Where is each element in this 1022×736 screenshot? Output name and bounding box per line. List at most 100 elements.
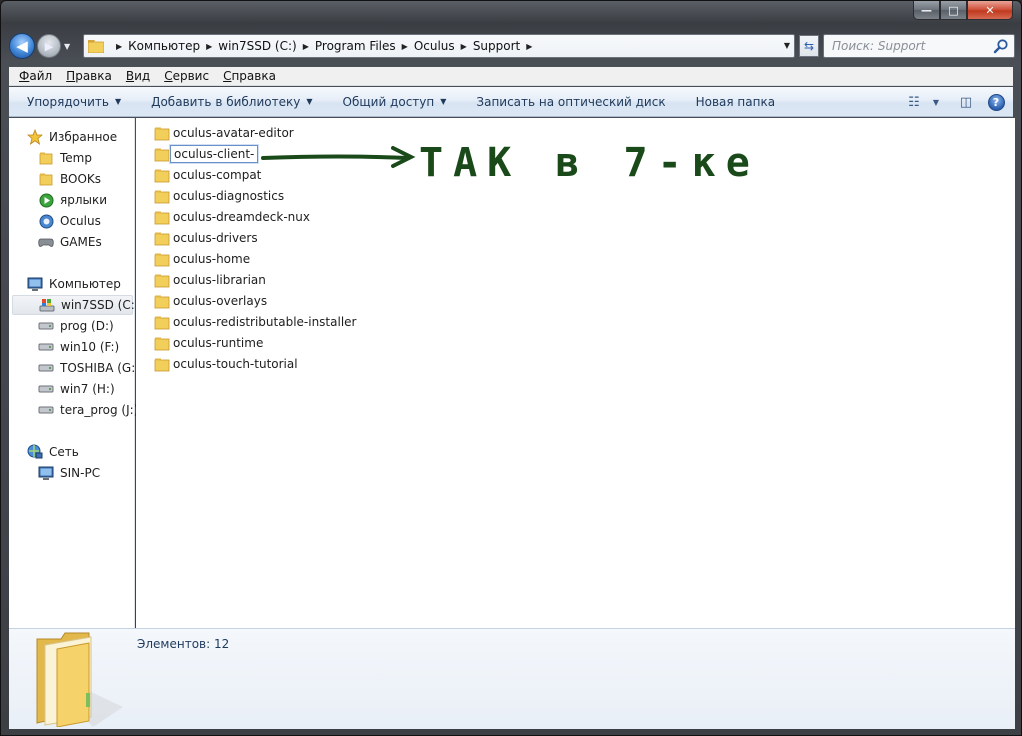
file-list[interactable]: oculus-avatar-editor oculus-client- ocul… bbox=[136, 118, 1015, 628]
burn-button[interactable]: Записать на оптический диск bbox=[476, 95, 665, 109]
folder-icon bbox=[36, 632, 123, 727]
computer-label: Компьютер bbox=[49, 277, 121, 291]
menu-tools[interactable]: Сервис bbox=[164, 69, 209, 83]
sidebar-item-shortcuts[interactable]: ярлыки bbox=[38, 190, 107, 210]
menu-help[interactable]: Справка bbox=[223, 69, 276, 83]
network-header[interactable]: Сеть bbox=[27, 442, 79, 462]
sidebar-item-drive-j[interactable]: tera_prog (J:) bbox=[38, 400, 138, 420]
organize-button[interactable]: Упорядочить ▼ bbox=[27, 95, 121, 109]
breadcrumb-oculus[interactable]: Oculus bbox=[414, 39, 455, 53]
sidebar-item-drive-g[interactable]: TOSHIBA (G:) bbox=[38, 358, 140, 378]
folder-icon bbox=[154, 253, 170, 266]
chevron-down-icon: ▼ bbox=[306, 97, 313, 106]
breadcrumb-separator-icon[interactable]: ▶ bbox=[526, 42, 532, 51]
command-bar: Упорядочить ▼ Добавить в библиотеку ▼ Общи… bbox=[9, 87, 1013, 117]
menu-file[interactable]: Файл bbox=[19, 69, 52, 83]
maximize-button[interactable]: □ bbox=[940, 1, 967, 20]
menu-view[interactable]: Вид bbox=[126, 69, 150, 83]
list-item-rename[interactable]: oculus-client- bbox=[154, 144, 259, 164]
sidebar-item-drive-h[interactable]: win7 (H:) bbox=[38, 379, 115, 399]
details-pane: Элементов: 12 bbox=[9, 628, 1015, 729]
breadcrumb-separator-icon[interactable]: ▶ bbox=[116, 42, 122, 51]
list-item[interactable]: oculus-home bbox=[154, 249, 250, 269]
list-item[interactable]: oculus-touch-tutorial bbox=[154, 354, 298, 374]
rename-input[interactable]: oculus-client- bbox=[170, 145, 259, 163]
sidebar-item-drive-d[interactable]: prog (D:) bbox=[38, 316, 114, 336]
help-button[interactable]: ? bbox=[985, 92, 1007, 112]
folder-icon bbox=[154, 127, 170, 140]
sidebar-item-label: ярлыки bbox=[60, 193, 108, 207]
breadcrumb-separator-icon[interactable]: ▶ bbox=[303, 42, 309, 51]
list-item[interactable]: oculus-compat bbox=[154, 165, 261, 185]
view-options-dropdown-icon[interactable]: ▼ bbox=[925, 92, 947, 112]
navigation-bar: ◀ ▶ ▼ ▶ Компьютер ▶ win7SSD (C:) ▶ Progr… bbox=[9, 31, 1015, 61]
list-item[interactable]: oculus-runtime bbox=[154, 333, 263, 353]
folder-icon bbox=[154, 190, 170, 203]
new-folder-button[interactable]: Новая папка bbox=[696, 95, 775, 109]
folder-name: oculus-drivers bbox=[173, 231, 258, 245]
computer-header[interactable]: Компьютер bbox=[27, 274, 121, 294]
folder-icon bbox=[154, 316, 170, 329]
forward-button[interactable]: ▶ bbox=[37, 34, 61, 58]
folder-icon bbox=[154, 358, 170, 371]
breadcrumb-program-files[interactable]: Program Files bbox=[315, 39, 396, 53]
back-arrow-icon: ◀ bbox=[16, 37, 28, 55]
share-button[interactable]: Общий доступ ▼ bbox=[343, 95, 447, 109]
hard-drive-icon bbox=[38, 360, 54, 376]
breadcrumb-support[interactable]: Support bbox=[473, 39, 520, 53]
search-box[interactable]: Поиск: Support bbox=[823, 34, 1015, 58]
folder-icon bbox=[38, 150, 54, 166]
folder-name: oculus-dreamdeck-nux bbox=[173, 210, 310, 224]
list-item[interactable]: oculus-redistributable-installer bbox=[154, 312, 356, 332]
preview-pane-icon[interactable]: ◫ bbox=[955, 92, 977, 112]
minimize-button[interactable]: — bbox=[913, 1, 940, 20]
recent-pages-dropdown-icon[interactable]: ▼ bbox=[64, 42, 70, 51]
address-dropdown-icon[interactable]: ▼ bbox=[784, 41, 790, 50]
address-bar[interactable]: ▶ Компьютер ▶ win7SSD (C:) ▶ Program Fil… bbox=[83, 34, 795, 58]
network-label: Сеть bbox=[49, 445, 79, 459]
star-icon bbox=[27, 129, 43, 145]
sidebar-item-oculus[interactable]: Oculus bbox=[38, 211, 101, 231]
forward-arrow-icon: ▶ bbox=[44, 39, 54, 53]
handwritten-annotation: ТАК в 7-ке bbox=[261, 140, 750, 186]
computer-icon bbox=[38, 465, 54, 481]
sidebar-item-sin-pc[interactable]: SIN-PC bbox=[38, 463, 100, 483]
hard-drive-icon bbox=[38, 318, 54, 334]
breadcrumb-drive[interactable]: win7SSD (C:) bbox=[218, 39, 296, 53]
folder-name: oculus-home bbox=[173, 252, 251, 266]
list-item[interactable]: oculus-librarian bbox=[154, 270, 266, 290]
caption-buttons: — □ ✕ bbox=[913, 1, 1013, 20]
add-to-library-button[interactable]: Добавить в библиотеку ▼ bbox=[151, 95, 312, 109]
refresh-button[interactable]: ⇆ bbox=[799, 35, 819, 57]
command-bar-right: ☷ ▼ ◫ ? bbox=[895, 92, 1007, 112]
sidebar-item-games[interactable]: GAMEs bbox=[38, 232, 102, 252]
folder-icon bbox=[38, 171, 54, 187]
breadcrumb-separator-icon[interactable]: ▶ bbox=[461, 42, 467, 51]
back-button[interactable]: ◀ bbox=[9, 33, 35, 59]
sidebar-item-drive-f[interactable]: win10 (F:) bbox=[38, 337, 119, 357]
sidebar-item-label: tera_prog (J:) bbox=[60, 403, 139, 417]
breadcrumb-separator-icon[interactable]: ▶ bbox=[206, 42, 212, 51]
menu-edit[interactable]: Правка bbox=[66, 69, 112, 83]
folder-icon bbox=[154, 232, 170, 245]
breadcrumb-separator-icon[interactable]: ▶ bbox=[402, 42, 408, 51]
folder-name: oculus-compat bbox=[173, 168, 262, 182]
menu-bar: Файл Правка Вид Сервис Справка bbox=[9, 67, 1013, 86]
breadcrumb-computer[interactable]: Компьютер bbox=[128, 39, 200, 53]
search-input[interactable]: Поиск: Support bbox=[832, 39, 925, 53]
list-item[interactable]: oculus-drivers bbox=[154, 228, 258, 248]
folder-icon bbox=[154, 295, 170, 308]
explorer-window: — □ ✕ ◀ ▶ ▼ ▶ Компьютер ▶ win7SSD (C:) ▶… bbox=[0, 0, 1022, 736]
change-view-icon[interactable]: ☷ bbox=[903, 92, 925, 112]
sidebar-item-books[interactable]: BOOKs bbox=[38, 169, 101, 189]
list-item[interactable]: oculus-overlays bbox=[154, 291, 267, 311]
list-item[interactable]: oculus-diagnostics bbox=[154, 186, 284, 206]
sidebar-item-label: GAMEs bbox=[60, 235, 102, 249]
close-button[interactable]: ✕ bbox=[967, 1, 1013, 20]
favorites-header[interactable]: Избранное bbox=[27, 127, 117, 147]
search-icon[interactable] bbox=[993, 38, 1009, 54]
sidebar-item-temp[interactable]: Temp bbox=[38, 148, 92, 168]
refresh-icon: ⇆ bbox=[803, 39, 815, 53]
sidebar-item-drive-c[interactable]: win7SSD (C:) bbox=[12, 295, 139, 315]
list-item[interactable]: oculus-dreamdeck-nux bbox=[154, 207, 310, 227]
